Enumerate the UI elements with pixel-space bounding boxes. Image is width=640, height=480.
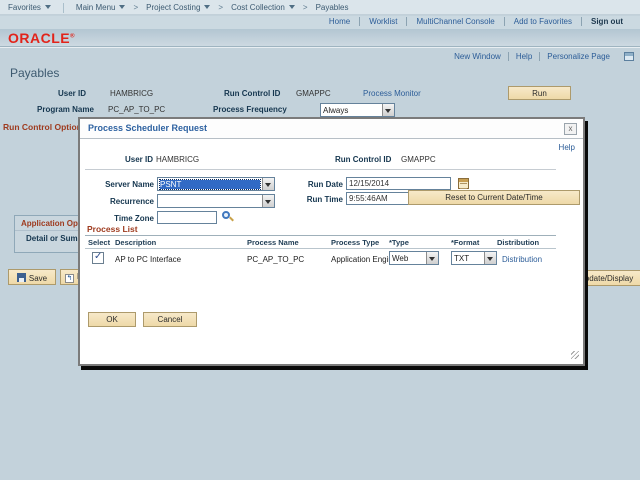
breadcrumb-separator: > — [303, 3, 308, 12]
chevron-down-icon — [119, 5, 125, 12]
column-header-format: *Format — [451, 238, 479, 247]
column-header-type: *Type — [389, 238, 409, 247]
divider — [85, 169, 556, 170]
chevron-down-icon[interactable] — [484, 252, 496, 264]
dialog-titlebar: Process Scheduler Request x — [80, 119, 583, 139]
process-list-title: Process List — [87, 224, 138, 234]
recurrence-label: Recurrence — [80, 197, 154, 206]
link-home[interactable]: Home — [320, 17, 359, 26]
chevron-down-icon — [289, 5, 295, 12]
chevron-down-icon — [45, 5, 51, 12]
run-date-label: Run Date — [265, 180, 343, 189]
close-icon[interactable]: x — [564, 123, 577, 135]
time-zone-label: Time Zone — [80, 214, 154, 223]
recurrence-select[interactable] — [157, 194, 275, 208]
server-name-select[interactable]: PSNT — [157, 177, 275, 191]
logo-band — [0, 29, 640, 46]
process-monitor-link[interactable]: Process Monitor — [363, 89, 421, 98]
ok-button[interactable]: OK — [88, 312, 136, 327]
program-name-label: Program Name — [37, 105, 94, 114]
column-header-distribution: Distribution — [497, 238, 539, 247]
cell-process-name: PC_AP_TO_PC — [247, 255, 304, 264]
save-button[interactable]: Save — [8, 269, 56, 285]
link-worklist[interactable]: Worklist — [359, 17, 406, 26]
chevron-down-icon[interactable] — [382, 104, 394, 116]
link-help[interactable]: Help — [508, 52, 539, 61]
format-select[interactable]: TXT — [451, 251, 497, 265]
type-select[interactable]: Web — [389, 251, 439, 265]
registered-mark-icon: ® — [70, 33, 75, 39]
dialog-help-link[interactable]: Help — [559, 143, 575, 152]
oracle-logo: ORACLE® — [8, 30, 75, 46]
run-control-options-label: Run Control Options — [3, 122, 87, 132]
user-id-label: User ID — [58, 89, 86, 98]
time-zone-input[interactable] — [157, 211, 217, 224]
header-divider — [0, 46, 640, 48]
link-add-to-favorites[interactable]: Add to Favorites — [504, 17, 581, 26]
link-new-window[interactable]: New Window — [447, 52, 508, 61]
table-border — [85, 248, 556, 249]
process-frequency-select[interactable]: Always — [320, 103, 395, 117]
run-date-input[interactable] — [346, 177, 451, 190]
chevron-down-icon[interactable] — [426, 252, 438, 264]
breadcrumb-separator: > — [133, 3, 138, 12]
distribution-link[interactable]: Distribution — [502, 255, 542, 264]
column-header-process-name: Process Name — [247, 238, 299, 247]
breadcrumb-payables[interactable]: Payables — [316, 3, 349, 12]
run-control-id-label: Run Control ID — [224, 89, 280, 98]
run-time-label: Run Time — [265, 195, 343, 204]
menu-favorites[interactable]: Favorites — [8, 3, 51, 12]
breadcrumb: Favorites Main Menu > Project Costing > … — [8, 2, 348, 13]
breadcrumb-separator: > — [218, 3, 223, 12]
application-window: Favorites Main Menu > Project Costing > … — [0, 0, 640, 480]
dialog-user-id-label: User ID — [125, 155, 153, 164]
process-frequency-label: Process Frequency — [213, 105, 287, 114]
table-border — [85, 235, 556, 236]
menu-main-menu[interactable]: Main Menu — [76, 3, 126, 12]
breadcrumb-cost-collection[interactable]: Cost Collection — [231, 3, 295, 12]
column-header-description: Description — [115, 238, 156, 247]
dialog-run-control-id-label: Run Control ID — [335, 155, 391, 164]
window-icon[interactable] — [624, 52, 634, 61]
link-multichannel-console[interactable]: MultiChannel Console — [406, 17, 503, 26]
link-sign-out[interactable]: Sign out — [581, 17, 632, 26]
process-scheduler-request-dialog: Process Scheduler Request x Help User ID… — [78, 117, 585, 366]
program-name-value: PC_AP_TO_PC — [108, 105, 165, 114]
page-action-links: New Window Help Personalize Page — [447, 52, 634, 61]
chevron-down-icon — [204, 5, 210, 12]
run-button[interactable]: Run — [508, 86, 571, 100]
page-title: Payables — [10, 66, 59, 80]
breadcrumb-project-costing[interactable]: Project Costing — [146, 3, 210, 12]
user-id-value: HAMBRICG — [110, 89, 153, 98]
cell-process-type: Application Engine — [331, 255, 397, 264]
cell-description: AP to PC Interface — [115, 255, 181, 264]
breadcrumb-bar: Favorites Main Menu > Project Costing > … — [0, 0, 640, 15]
resize-handle-icon[interactable] — [571, 351, 579, 359]
cancel-button[interactable]: Cancel — [143, 312, 197, 327]
dialog-title: Process Scheduler Request — [88, 123, 207, 133]
server-name-label: Server Name — [80, 180, 154, 189]
save-disk-icon — [17, 273, 26, 282]
column-header-process-type: Process Type — [331, 238, 379, 247]
utility-links: Home Worklist MultiChannel Console Add t… — [320, 17, 632, 26]
run-control-id-value: GMAPPC — [296, 89, 331, 98]
reset-datetime-button[interactable]: Reset to Current Date/Time — [408, 190, 580, 205]
divider — [63, 3, 64, 13]
dialog-user-id-value: HAMBRICG — [156, 155, 199, 164]
check-icon: ✓ — [94, 251, 102, 262]
return-arrow-icon: ↰ — [65, 274, 74, 283]
calendar-icon[interactable] — [458, 178, 469, 189]
column-header-select: Select — [88, 238, 110, 247]
select-checkbox[interactable]: ✓ — [92, 252, 104, 264]
lookup-magnifier-icon[interactable] — [222, 211, 235, 224]
dialog-run-control-id-value: GMAPPC — [401, 155, 436, 164]
link-personalize-page[interactable]: Personalize Page — [539, 52, 617, 61]
